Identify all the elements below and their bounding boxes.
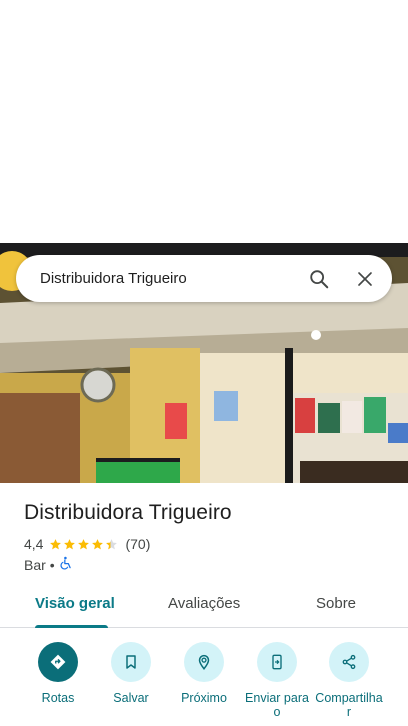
review-count: (70) <box>125 536 151 552</box>
send-to-phone-icon <box>257 642 297 682</box>
place-title: Distribuidora Trigueiro <box>24 501 232 524</box>
send-to-phone-label: Enviar para o <box>245 691 309 719</box>
nearby-icon <box>184 642 224 682</box>
star-icon <box>64 538 76 549</box>
rating-stars <box>49 538 119 551</box>
save-label: Salvar <box>113 691 149 705</box>
star-icon <box>78 538 90 549</box>
star-icon <box>106 538 118 549</box>
star-icon <box>50 538 62 549</box>
search-query[interactable]: Distribuidora Trigueiro <box>40 270 296 287</box>
nearby-label: Próximo <box>181 691 227 705</box>
star-icon <box>92 538 104 549</box>
search-bar[interactable]: Distribuidora Trigueiro <box>16 255 392 302</box>
share-label: Compartilhar <box>315 691 383 719</box>
active-tab-indicator <box>35 625 108 628</box>
share-icon <box>329 642 369 682</box>
directions-button[interactable]: Rotas <box>18 640 98 705</box>
tab-about[interactable]: Sobre <box>316 595 356 612</box>
tab-overview[interactable]: Visão geral <box>35 595 115 612</box>
save-button[interactable]: Salvar <box>91 640 171 705</box>
tab-reviews[interactable]: Avaliações <box>168 595 240 612</box>
close-icon[interactable] <box>342 256 388 302</box>
category-row: Bar • <box>24 556 73 573</box>
map-area-blank <box>0 0 408 243</box>
tab-bar: Visão geral Avaliações Sobre <box>0 583 408 628</box>
directions-label: Rotas <box>41 691 75 705</box>
nearby-button[interactable]: Próximo <box>164 640 244 705</box>
search-icon[interactable] <box>296 256 342 302</box>
bookmark-icon <box>111 642 151 682</box>
rating-row[interactable]: 4,4 (70) <box>24 536 150 552</box>
wheelchair-icon <box>59 556 73 573</box>
rating-value: 4,4 <box>24 536 44 552</box>
send-to-phone-button[interactable]: Enviar para o <box>237 640 317 719</box>
category-label: Bar <box>24 556 46 573</box>
share-button[interactable]: Compartilhar <box>309 640 389 719</box>
directions-icon <box>38 642 78 682</box>
separator-dot: • <box>49 556 55 573</box>
action-bar: Rotas Salvar Próximo Enviar para o Compa… <box>0 640 408 726</box>
